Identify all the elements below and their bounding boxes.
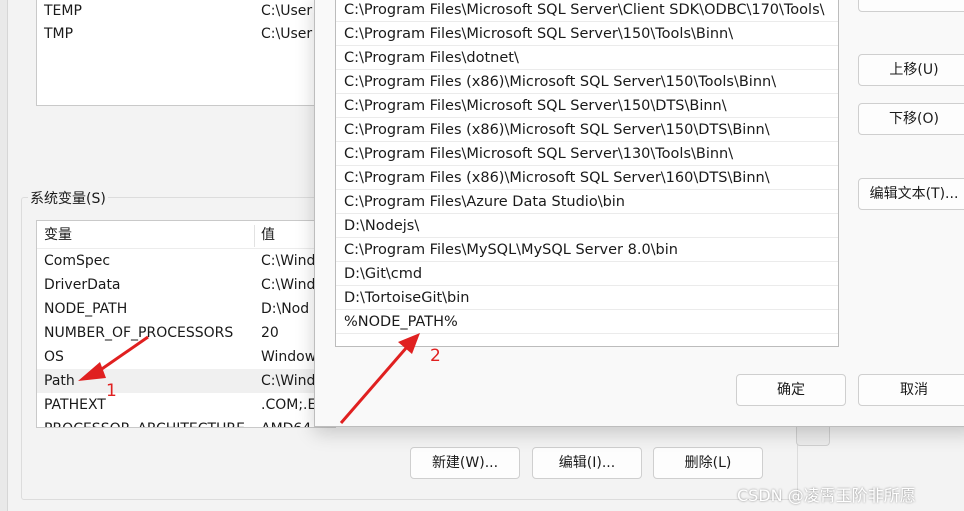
path-entry[interactable]: C:\Program Files\Microsoft SQL Server\15… bbox=[336, 94, 838, 118]
system-variable-row[interactable]: PATHEXT .COM;.E bbox=[37, 393, 335, 417]
delete-variable-button[interactable]: 删除(L) bbox=[653, 447, 763, 479]
annotation-label-2: 2 bbox=[430, 346, 441, 366]
variable-name: PATHEXT bbox=[44, 397, 106, 413]
header-variable[interactable]: 变量 bbox=[44, 221, 72, 249]
path-entry[interactable]: C:\Program Files\Microsoft SQL Server\13… bbox=[336, 142, 838, 166]
path-entry[interactable]: C:\Program Files (x86)\Microsoft SQL Ser… bbox=[336, 70, 838, 94]
user-variable-row[interactable]: TMP C:\User bbox=[37, 22, 325, 46]
path-entry[interactable]: C:\Program Files (x86)\Microsoft SQL Ser… bbox=[336, 118, 838, 142]
user-variables-list[interactable]: TEMP C:\User TMP C:\User bbox=[36, 0, 326, 106]
watermark: CSDN @凌霄玉阶非所愿 bbox=[737, 486, 916, 505]
column-separator[interactable] bbox=[254, 225, 255, 247]
annotation-label-1: 1 bbox=[106, 381, 117, 401]
system-variable-row[interactable]: OS Window bbox=[37, 345, 335, 369]
background-window-corner bbox=[796, 426, 830, 446]
move-down-button[interactable]: 下移(O) bbox=[858, 103, 964, 135]
path-entry[interactable]: D:\Git\cmd bbox=[336, 262, 838, 286]
path-entry[interactable]: C:\Program Files\dotnet\ bbox=[336, 46, 838, 70]
new-variable-button[interactable]: 新建(W)... bbox=[410, 447, 520, 479]
edit-text-button[interactable]: 编辑文本(T)... bbox=[858, 178, 964, 210]
system-variables-label: 系统变量(S) bbox=[28, 188, 108, 208]
system-variable-row[interactable]: DriverData C:\Wind bbox=[37, 273, 335, 297]
variable-value: .COM;.E bbox=[261, 397, 317, 413]
variable-value: AMD64 bbox=[261, 417, 311, 427]
variable-name: TEMP bbox=[44, 3, 82, 19]
system-variable-row[interactable]: NUMBER_OF_PROCESSORS 20 bbox=[37, 321, 335, 345]
variable-value: C:\User bbox=[261, 26, 313, 42]
variable-name: NODE_PATH bbox=[44, 301, 128, 317]
variable-value: Window bbox=[261, 349, 317, 365]
variable-value: C:\Wind bbox=[261, 253, 316, 269]
path-entry[interactable]: C:\Program Files (x86)\Microsoft SQL Ser… bbox=[336, 166, 838, 190]
variable-value: 20 bbox=[261, 325, 279, 341]
move-up-button[interactable]: 上移(U) bbox=[858, 54, 964, 86]
path-entries-list[interactable]: C:\Program Files\Microsoft SQL Server\Cl… bbox=[335, 0, 839, 347]
path-entry[interactable]: C:\Program Files\Microsoft SQL Server\15… bbox=[336, 22, 838, 46]
edit-variable-button[interactable]: 编辑(I)... bbox=[532, 447, 642, 479]
path-entry[interactable]: C:\Program Files\Azure Data Studio\bin bbox=[336, 190, 838, 214]
path-entry[interactable]: D:\TortoiseGit\bin bbox=[336, 286, 838, 310]
path-entry[interactable]: C:\Program Files\Microsoft SQL Server\Cl… bbox=[336, 0, 838, 22]
variable-value: C:\Wind bbox=[261, 373, 316, 389]
header-value[interactable]: 值 bbox=[261, 221, 275, 249]
window-edge bbox=[0, 0, 8, 511]
system-variable-row-path[interactable]: Path C:\Wind bbox=[37, 369, 335, 393]
path-entry[interactable]: D:\Nodejs\ bbox=[336, 214, 838, 238]
variable-name: NUMBER_OF_PROCESSORS bbox=[44, 325, 234, 341]
variable-value: C:\Wind bbox=[261, 277, 316, 293]
variable-name: DriverData bbox=[44, 277, 121, 293]
system-variable-row[interactable]: NODE_PATH D:\Nod bbox=[37, 297, 335, 321]
user-variable-row[interactable]: TEMP C:\User bbox=[37, 0, 325, 23]
variable-value: D:\Nod bbox=[261, 301, 310, 317]
path-entry-node-path[interactable]: %NODE_PATH% bbox=[336, 310, 838, 334]
variable-name: OS bbox=[44, 349, 64, 365]
system-variable-row[interactable]: ComSpec C:\Wind bbox=[37, 249, 335, 273]
cancel-button[interactable]: 取消 bbox=[858, 374, 964, 406]
list-header: 变量 值 bbox=[37, 221, 335, 249]
variable-name: ComSpec bbox=[44, 253, 111, 269]
path-entry[interactable]: C:\Program Files\MySQL\MySQL Server 8.0\… bbox=[336, 238, 838, 262]
variable-name: PROCESSOR_ARCHITECTURE bbox=[44, 417, 245, 427]
variable-name: TMP bbox=[44, 26, 74, 42]
system-variable-row[interactable]: PROCESSOR_ARCHITECTURE AMD64 bbox=[37, 417, 335, 427]
system-variables-list[interactable]: 变量 值 ComSpec C:\Wind DriverData C:\Wind … bbox=[36, 220, 336, 428]
browse-button-partial[interactable] bbox=[858, 0, 964, 12]
variable-name: Path bbox=[44, 373, 75, 389]
ok-button[interactable]: 确定 bbox=[736, 374, 846, 406]
variable-value: C:\User bbox=[261, 3, 313, 19]
